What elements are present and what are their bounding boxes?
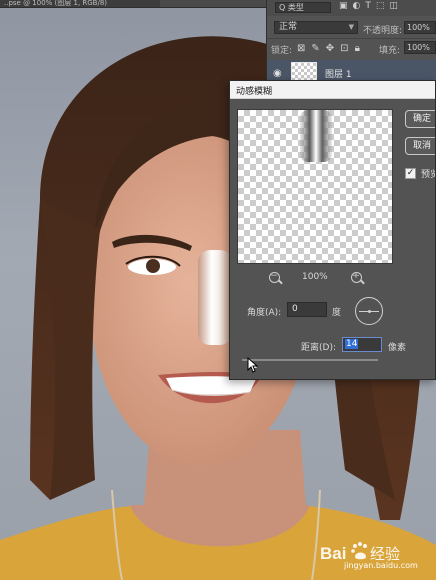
lock-artboard-icon[interactable]: ⊡ xyxy=(340,43,354,54)
distance-unit: 像素 xyxy=(388,343,407,353)
fill-input[interactable]: 100% xyxy=(404,41,436,54)
document-tab-bar: ..pse @ 100% (图层 1, RGB/8) xyxy=(0,0,266,8)
layer-name[interactable]: 图层 1 xyxy=(325,67,352,80)
motion-blur-dialog: 动感模糊 确定 取消 ✓ 预览 − 100% + 角度(A): 0 度 距离(D… xyxy=(229,80,436,380)
layer-filter-row: Q 类型 ▣◐T⬚◫ xyxy=(267,0,436,16)
angle-label: 角度(A): xyxy=(247,308,282,318)
watermark-url: jingyan.baidu.com xyxy=(344,561,418,570)
fill-label: 填充: xyxy=(379,46,401,56)
zoom-out-icon[interactable]: − xyxy=(269,271,280,283)
lock-transparency-icon[interactable]: ⊠ xyxy=(297,43,311,54)
filter-preview[interactable] xyxy=(237,109,393,264)
angle-dial[interactable] xyxy=(355,297,383,325)
lock-label: 锁定: xyxy=(271,46,293,56)
lock-icons: ⊠✎✥⊡🔒︎ xyxy=(297,43,366,54)
angle-input[interactable]: 0 xyxy=(287,302,327,317)
ok-button[interactable]: 确定 xyxy=(405,110,435,128)
lock-row: 锁定: ⊠✎✥⊡🔒︎ 填充: 100% xyxy=(267,38,436,58)
dialog-titlebar[interactable]: 动感模糊 xyxy=(230,81,435,99)
type-filter-icon[interactable]: T xyxy=(365,1,376,11)
distance-slider-track[interactable] xyxy=(242,359,378,361)
lock-position-icon[interactable]: ✥ xyxy=(326,43,340,54)
zoom-in-icon[interactable]: + xyxy=(351,271,362,283)
blend-mode-row: 正常 ▼ 不透明度: 100% xyxy=(267,18,436,36)
blend-mode-value: 正常 xyxy=(279,22,298,32)
distance-input[interactable]: 14 xyxy=(342,337,382,352)
dialog-title: 动感模糊 xyxy=(236,87,273,97)
svg-text:Bai: Bai xyxy=(320,544,346,563)
zoom-level: 100% xyxy=(302,272,328,282)
layer-kind-filter[interactable]: Q 类型 xyxy=(275,2,331,13)
layers-panel: Q 类型 ▣◐T⬚◫ 正常 ▼ 不透明度: 100% 锁定: ⊠✎✥⊡🔒︎ 填充… xyxy=(266,0,436,88)
shape-filter-icon[interactable]: ⬚ xyxy=(376,1,390,11)
adjustment-filter-icon[interactable]: ◐ xyxy=(353,1,366,11)
chevron-down-icon: ▼ xyxy=(348,23,354,31)
filter-icons: ▣◐T⬚◫ xyxy=(339,1,403,11)
opacity-input[interactable]: 100% xyxy=(404,21,436,34)
lock-all-icon[interactable]: 🔒︎ xyxy=(355,43,366,54)
angle-unit: 度 xyxy=(332,308,342,318)
blend-mode-select[interactable]: 正常 ▼ xyxy=(274,21,358,34)
pixel-filter-icon[interactable]: ▣ xyxy=(339,1,353,11)
lock-paint-icon[interactable]: ✎ xyxy=(311,43,325,54)
distance-label: 距离(D): xyxy=(301,343,336,353)
blurred-preview-content xyxy=(300,110,332,162)
baidu-watermark-logo: Bai 经验 xyxy=(320,542,400,563)
preview-checkbox[interactable]: ✓ xyxy=(405,168,416,179)
cancel-button[interactable]: 取消 xyxy=(405,137,435,155)
preview-label: 预览 xyxy=(421,170,435,180)
distance-value: 14 xyxy=(345,339,359,349)
smart-object-filter-icon[interactable]: ◫ xyxy=(389,1,403,11)
visibility-eye-icon[interactable]: ◉ xyxy=(273,68,282,79)
mouse-cursor-icon xyxy=(247,357,259,373)
opacity-label: 不透明度: xyxy=(363,26,403,36)
document-tab[interactable]: ..pse @ 100% (图层 1, RGB/8) xyxy=(0,0,160,7)
